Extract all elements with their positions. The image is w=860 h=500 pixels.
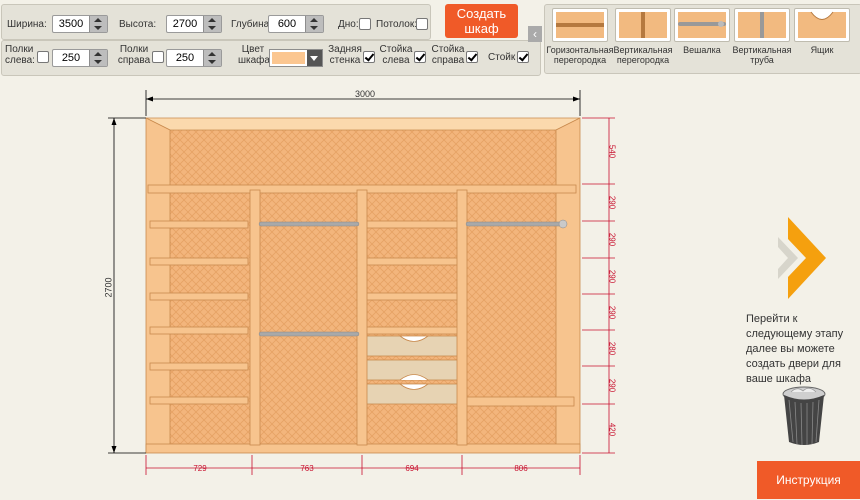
column-dim-1: 729 bbox=[193, 464, 207, 473]
left-side-panel bbox=[145, 117, 171, 454]
bottom-plinth bbox=[145, 443, 581, 454]
shelves-left-input[interactable]: 250 bbox=[52, 49, 108, 67]
shelves-right-value: 250 bbox=[175, 52, 195, 64]
bottom-shelf-right bbox=[463, 396, 575, 407]
vertical-divider-icon bbox=[619, 12, 667, 38]
shelves-left-checkbox[interactable] bbox=[37, 51, 49, 63]
width-stepper[interactable] bbox=[89, 16, 107, 32]
shelves-right-stepper[interactable] bbox=[203, 50, 221, 66]
shelves-left-value: 250 bbox=[61, 52, 81, 64]
shelves-right-input[interactable]: 250 bbox=[166, 49, 222, 67]
height-input[interactable]: 2700 bbox=[166, 15, 222, 33]
tool-vertical-divider-label: Вертикальная перегородка bbox=[613, 45, 673, 65]
tool-drawer[interactable] bbox=[794, 8, 850, 42]
row-dim-4: 290 bbox=[607, 269, 617, 284]
color-select[interactable] bbox=[269, 49, 323, 67]
top-board bbox=[145, 117, 581, 131]
posts-label: Стойк bbox=[488, 52, 516, 63]
width-input[interactable]: 3500 bbox=[52, 15, 108, 33]
vertical-posts bbox=[249, 189, 468, 446]
post-left-label: Стойка слева bbox=[379, 44, 413, 66]
hanger-rail-icon bbox=[678, 12, 726, 38]
horizontal-divider-icon bbox=[556, 12, 604, 38]
total-height-label: 2700 bbox=[103, 277, 114, 298]
column-dim-3: 694 bbox=[405, 464, 419, 473]
top-shelf bbox=[147, 184, 577, 194]
row-dim-2: 290 bbox=[607, 195, 617, 210]
row-dim-6: 280 bbox=[607, 341, 617, 356]
tool-drawer-label: Ящик bbox=[810, 45, 834, 55]
tool-vertical-pipe[interactable] bbox=[734, 8, 790, 42]
column-dim-2: 763 bbox=[300, 464, 314, 473]
tool-vertical-pipe-label: Вертикальная труба bbox=[732, 45, 792, 65]
next-step-text: Перейти к следующему этапу далее вы може… bbox=[746, 313, 844, 385]
chevron-down-icon bbox=[307, 50, 322, 66]
tool-vertical-divider[interactable] bbox=[615, 8, 671, 42]
post-right-checkbox[interactable] bbox=[466, 51, 478, 63]
row-dim-1: 540 bbox=[607, 144, 617, 159]
total-width-label: 3000 bbox=[354, 89, 376, 99]
back-wall-checkbox[interactable] bbox=[363, 51, 375, 63]
drawer-cutouts bbox=[398, 335, 430, 390]
width-label: Ширина: bbox=[7, 19, 47, 30]
posts-checkbox[interactable] bbox=[517, 51, 529, 63]
drawer-icon bbox=[798, 11, 846, 38]
bottom-label: Дно: bbox=[338, 19, 359, 30]
shelves-right-checkbox[interactable] bbox=[152, 51, 164, 63]
chevron-left-icon[interactable]: ‹ bbox=[528, 26, 542, 42]
middle-column-shelves bbox=[365, 220, 463, 335]
row-dim-7: 290 bbox=[607, 378, 617, 393]
ceiling-checkbox[interactable] bbox=[416, 18, 428, 30]
bottom-checkbox[interactable] bbox=[359, 18, 371, 30]
create-wardrobe-button[interactable]: Создать шкаф bbox=[445, 4, 518, 38]
height-value: 2700 bbox=[172, 18, 198, 30]
shelves-left-label: Полки слева: bbox=[5, 44, 35, 66]
row-dim-5: 290 bbox=[607, 305, 617, 320]
color-swatch bbox=[272, 52, 305, 64]
width-value: 3500 bbox=[58, 18, 84, 30]
tool-horizontal-divider-label: Горизонтальная перегородка bbox=[546, 45, 614, 65]
tool-hanger[interactable] bbox=[674, 8, 730, 42]
right-side-panel bbox=[555, 117, 581, 454]
height-label: Высота: bbox=[119, 19, 157, 30]
hanger-rails bbox=[258, 219, 568, 337]
instruction-button[interactable]: Инструкция bbox=[757, 461, 860, 499]
ceiling-label: Потолок: bbox=[376, 19, 418, 30]
vertical-pipe-icon bbox=[738, 12, 786, 38]
depth-stepper[interactable] bbox=[305, 16, 323, 32]
row-dim-8: 420 bbox=[607, 422, 617, 437]
left-column-shelves bbox=[149, 220, 249, 405]
back-wall-label: Задняя стенка bbox=[328, 44, 362, 66]
height-stepper[interactable] bbox=[203, 16, 221, 32]
shelves-right-label: Полки справа bbox=[117, 44, 151, 66]
depth-label: Глубина: bbox=[231, 19, 272, 30]
tool-hanger-label: Вешалка bbox=[683, 45, 721, 55]
post-left-checkbox[interactable] bbox=[414, 51, 426, 63]
depth-input[interactable]: 600 bbox=[268, 15, 324, 33]
back-wall bbox=[170, 129, 556, 446]
trash-bin-icon[interactable] bbox=[779, 384, 829, 448]
chevron-right-icon[interactable] bbox=[778, 217, 830, 299]
tool-horizontal-divider[interactable] bbox=[552, 8, 608, 42]
shelves-left-stepper[interactable] bbox=[89, 50, 107, 66]
drawers bbox=[365, 335, 463, 405]
column-dim-4: 806 bbox=[514, 464, 528, 473]
depth-value: 600 bbox=[277, 18, 297, 30]
post-right-label: Стойка справа bbox=[431, 44, 465, 66]
color-label: Цвет шкафа: bbox=[238, 44, 273, 66]
row-dim-3: 290 bbox=[607, 232, 617, 247]
